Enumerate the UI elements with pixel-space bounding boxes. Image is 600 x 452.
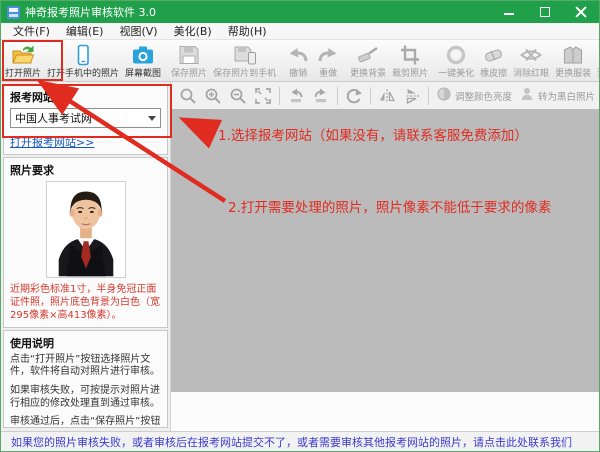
menubar: 文件(F) 编辑(E) 视图(V) 美化(B) 帮助(H) — [1, 23, 599, 40]
adjust-brightness-button[interactable]: 调整颜色亮度 — [434, 85, 514, 107]
annotation-step2: 2.打开需要处理的照片，照片像素不能低于要求的像素 — [228, 200, 552, 216]
remove-red-eye-button[interactable]: 消除红眼 — [510, 40, 552, 81]
toolbar-separator — [279, 86, 280, 105]
content-area: 报考网站 中国人事考试网 打开报考网站>> 照片要求 近期彩色标准1寸，半身免冠… — [1, 82, 599, 431]
toolbar-separator — [337, 86, 338, 105]
toolbar-separator — [370, 86, 371, 105]
one-click-beautify-icon — [444, 43, 468, 66]
main-toolbar: 打开照片 打开手机中的照片 屏幕截图 保存照片 保存照片到手机 撤销 重做 更换… — [1, 40, 599, 82]
change-background-label: 更换背景 — [350, 69, 387, 79]
instruction-paragraph: 点击“打开照片”按钮选择照片文件，软件将自动对照片进行审核。 — [10, 353, 160, 378]
photo-requirements-section: 照片要求 近期彩色标准1寸，半身免冠正面证件照，照片底色背景为白色（宽295像素… — [3, 157, 168, 328]
brightness-circle-icon — [436, 86, 452, 106]
eraser-label: 橡皮擦 — [480, 69, 508, 79]
app-logo-icon — [7, 5, 20, 19]
change-background-icon — [355, 43, 381, 66]
screenshot-button[interactable]: 屏幕截图 — [122, 40, 164, 81]
usage-instructions-section: 使用说明 点击“打开照片”按钮选择照片文件，软件将自动对照片进行审核。 如果审核… — [3, 329, 168, 428]
screenshot-camera-icon — [130, 43, 156, 66]
open-phone-photo-button[interactable]: 打开手机中的照片 — [44, 40, 122, 81]
screenshot-label: 屏幕截图 — [125, 69, 162, 79]
titlebar: 神奇报考照片审核软件 3.0 — [1, 1, 599, 23]
window-title: 神奇报考照片审核软件 3.0 — [25, 6, 156, 19]
minimize-icon[interactable] — [503, 6, 515, 18]
adjust-shoulder-button[interactable]: 调整肩高 — [594, 40, 599, 81]
maximize-icon[interactable] — [539, 6, 551, 18]
to-grayscale-label: 转为黑白照片 — [538, 91, 596, 103]
view-toolbar: 调整颜色亮度 转为黑白照片 — [171, 82, 599, 109]
flip-vertical-icon[interactable] — [401, 86, 423, 106]
close-icon[interactable] — [575, 6, 587, 18]
save-to-phone-button[interactable]: 保存照片到手机 — [210, 40, 279, 81]
menu-edit[interactable]: 编辑(E) — [58, 23, 112, 39]
save-to-phone-icon — [232, 43, 258, 66]
undo-button[interactable]: 撤销 — [283, 40, 313, 81]
crop-photo-button[interactable]: 裁剪照片 — [389, 40, 431, 81]
usage-instructions-title: 使用说明 — [10, 336, 54, 350]
undo-label: 撤销 — [289, 69, 308, 79]
zoom-in-icon[interactable] — [202, 86, 224, 106]
phone-photo-icon — [70, 43, 96, 66]
exam-website-selected-value: 中国人事考试网 — [15, 112, 92, 125]
change-clothes-button[interactable]: 更换服装 — [552, 40, 594, 81]
annotation-step1: 1.选择报考网站（如果没有，请联系客服免费添加） — [218, 128, 528, 144]
menu-file[interactable]: 文件(F) — [5, 23, 58, 39]
eraser-icon — [481, 43, 507, 66]
canvas-bottom-strip — [171, 392, 599, 431]
crop-photo-label: 裁剪照片 — [392, 69, 429, 79]
exam-website-section: 报考网站 中国人事考试网 打开报考网站>> — [3, 84, 168, 155]
adjust-brightness-label: 调整颜色亮度 — [455, 91, 513, 103]
rotate-right-icon[interactable] — [310, 86, 332, 106]
one-click-beautify-button[interactable]: 一键美化 — [435, 40, 477, 81]
menu-view[interactable]: 视图(V) — [111, 23, 165, 39]
change-clothes-icon — [560, 43, 586, 66]
to-grayscale-button[interactable]: 转为黑白照片 — [517, 85, 597, 107]
sample-photo — [45, 181, 126, 278]
one-click-beautify-label: 一键美化 — [438, 69, 475, 79]
change-background-button[interactable]: 更换背景 — [347, 40, 389, 81]
rotate-icon[interactable] — [343, 86, 365, 106]
save-photo-icon — [176, 43, 202, 66]
grayscale-person-icon — [519, 86, 535, 106]
fit-screen-icon[interactable] — [252, 86, 274, 106]
undo-icon — [286, 43, 310, 66]
statusbar: 如果您的照片审核失败，或者审核后在报考网站提交不了，或者需要审核其他报考网站的照… — [1, 431, 599, 451]
crop-photo-icon — [397, 43, 423, 66]
eraser-button[interactable]: 橡皮擦 — [477, 40, 510, 81]
zoom-out-icon[interactable] — [227, 86, 249, 106]
redo-icon — [316, 43, 340, 66]
change-clothes-label: 更换服装 — [555, 69, 592, 79]
status-contact-link[interactable]: 如果您的照片审核失败，或者审核后在报考网站提交不了，或者需要审核其他报考网站的照… — [11, 434, 572, 450]
open-photo-label: 打开照片 — [5, 69, 42, 79]
exam-website-title: 报考网站 — [10, 91, 54, 104]
remove-red-eye-label: 消除红眼 — [513, 69, 550, 79]
photo-canvas: 1.选择报考网站（如果没有，请联系客服免费添加） 2.打开需要处理的照片，照片像… — [171, 109, 599, 392]
rotate-left-icon[interactable] — [285, 86, 307, 106]
redo-button[interactable]: 重做 — [313, 40, 343, 81]
menu-beautify[interactable]: 美化(B) — [166, 23, 220, 39]
instruction-paragraph: 如果审核失败，可按提示对照片进行相应的修改处理直到通过审核。 — [10, 384, 160, 409]
remove-red-eye-icon — [518, 43, 544, 66]
main-area: 调整颜色亮度 转为黑白照片 1.选择报考网站（如果没有，请联系客服免费添加） 2… — [171, 82, 599, 431]
open-phone-photo-label: 打开手机中的照片 — [47, 69, 120, 79]
app-window: 神奇报考照片审核软件 3.0 文件(F) 编辑(E) 视图(V) 美化(B) 帮… — [0, 0, 600, 452]
chevron-down-icon — [148, 115, 156, 121]
menu-help[interactable]: 帮助(H) — [220, 23, 275, 39]
open-photo-folder-icon — [10, 43, 36, 66]
instruction-paragraph: 审核通过后，点击“保存照片”按钮可以将通过后的照片保存到文件中。 — [10, 416, 161, 428]
save-photo-button[interactable]: 保存照片 — [168, 40, 210, 81]
photo-requirements-text: 近期彩色标准1寸，半身免冠正面证件照，照片底色背景为白色（宽295像素×高413… — [10, 284, 160, 322]
open-photo-button[interactable]: 打开照片 — [2, 40, 44, 81]
flip-horizontal-icon[interactable] — [376, 86, 398, 106]
photo-requirements-title: 照片要求 — [10, 164, 54, 177]
save-photo-label: 保存照片 — [171, 69, 208, 79]
sidebar: 报考网站 中国人事考试网 打开报考网站>> 照片要求 近期彩色标准1寸，半身免冠… — [1, 82, 171, 431]
exam-website-select[interactable]: 中国人事考试网 — [10, 108, 161, 128]
zoom-icon[interactable] — [177, 86, 199, 106]
toolbar-separator — [428, 86, 429, 105]
open-exam-website-link[interactable]: 打开报考网站>> — [10, 134, 94, 150]
save-to-phone-label: 保存照片到手机 — [213, 69, 277, 79]
redo-label: 重做 — [319, 69, 338, 79]
